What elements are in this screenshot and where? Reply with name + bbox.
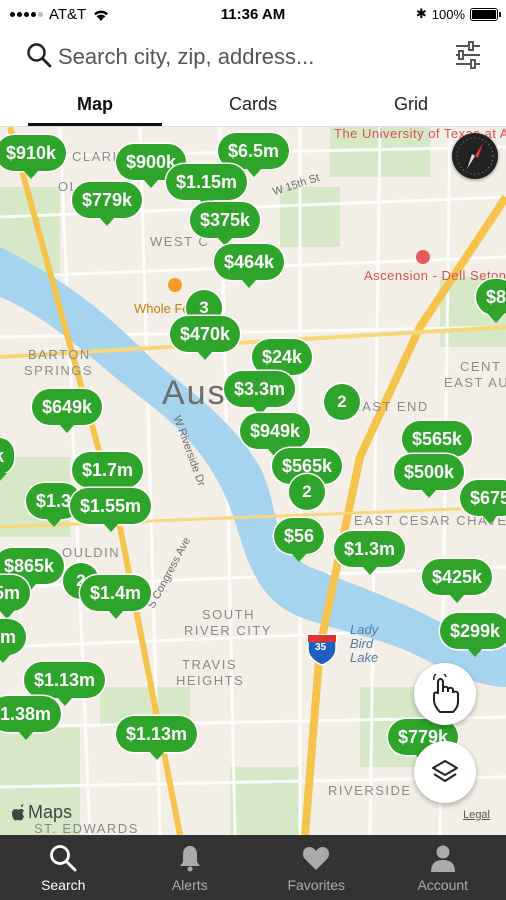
heart-icon: [303, 847, 330, 870]
listing-pin[interactable]: $1.13m: [116, 716, 198, 760]
poi-label-dell-seton: Ascension - Dell Seton Medical Center at…: [364, 268, 506, 283]
map-label: OULDIN: [62, 545, 121, 560]
tab-map[interactable]: Map: [11, 94, 179, 115]
search-icon: [27, 43, 52, 68]
listing-pin[interactable]: $649k: [32, 389, 103, 433]
listing-pin[interactable]: $464k: [214, 244, 285, 288]
map-label: SOUTH: [202, 607, 255, 622]
draw-area-button[interactable]: [414, 663, 476, 725]
listing-pin[interactable]: $675: [460, 480, 506, 524]
listing-pin[interactable]: $1.4m: [80, 575, 152, 619]
listing-pin[interactable]: $470k: [170, 316, 241, 360]
listing-pin[interactable]: $24k: [252, 339, 313, 383]
nav-favorites[interactable]: Favorites: [253, 835, 380, 900]
battery-icon: [470, 7, 501, 21]
map-label: HEIGHTS: [176, 673, 245, 688]
person-icon: [430, 845, 455, 872]
poi-label-ut-austin: The University of Texas at Austin: [334, 127, 506, 141]
map-label: TRAVIS: [182, 657, 237, 672]
search-bar: [0, 30, 506, 86]
listing-pin[interactable]: 1.38m: [0, 696, 62, 740]
bluetooth-icon: ✱: [415, 6, 427, 21]
map-label: EAST END: [352, 399, 429, 414]
tab-grid[interactable]: Grid: [327, 94, 495, 115]
map-view[interactable]: CLARK WEST C BARTON SPRINGS EAST END EAS…: [0, 127, 506, 835]
hand-pointer-icon: [433, 674, 459, 713]
nav-account[interactable]: Account: [380, 835, 506, 900]
nav-search[interactable]: Search: [0, 835, 127, 900]
listing-pin[interactable]: $1.13m: [24, 662, 106, 706]
tab-cards[interactable]: Cards: [169, 94, 337, 115]
listing-pin[interactable]: $910k: [0, 135, 67, 179]
status-bar: AT&T 11:36 AM ✱ 100%: [0, 0, 506, 30]
view-tabs: Map Cards Grid: [0, 86, 506, 127]
compass-icon: [456, 137, 494, 175]
apple-logo-icon: [12, 804, 25, 821]
apple-maps-attribution: Maps: [12, 802, 72, 823]
listing-pin[interactable]: $1.15m: [166, 164, 248, 208]
listing-pin[interactable]: $1.55m: [70, 488, 152, 532]
map-label: RIVER CITY: [184, 623, 272, 638]
listing-pin[interactable]: $1.7m: [72, 452, 144, 496]
listing-cluster[interactable]: 2: [324, 384, 360, 420]
listing-pin[interactable]: $3.3m: [224, 371, 296, 415]
search-input[interactable]: [58, 42, 428, 72]
nav-alerts[interactable]: Alerts: [127, 835, 254, 900]
maps-attribution-text: Maps: [28, 802, 73, 822]
filter-sliders-icon[interactable]: [454, 40, 482, 70]
compass-button[interactable]: [452, 133, 498, 179]
nav-label: Favorites: [287, 877, 346, 893]
layers-icon: [432, 760, 458, 782]
city-label: Aus: [162, 374, 227, 412]
map-label: SPRINGS: [24, 363, 94, 378]
map-label: BARTON: [28, 347, 91, 362]
listing-cluster[interactable]: 2: [289, 474, 325, 510]
listing-pin[interactable]: $949k: [240, 413, 311, 457]
listing-pin[interactable]: $299k: [440, 613, 506, 657]
bottom-tab-bar: Search Alerts Favorites Account: [0, 835, 506, 900]
nav-label: Alerts: [171, 877, 208, 893]
bell-icon: [179, 846, 200, 872]
legal-link[interactable]: Legal: [463, 809, 490, 821]
search-icon: [50, 845, 77, 872]
listing-pin[interactable]: $375k: [190, 202, 261, 246]
listing-pin[interactable]: $779k: [72, 182, 143, 226]
map-label: ST. EDWARDS: [34, 821, 139, 835]
listing-pin[interactable]: $8: [476, 279, 506, 323]
nav-label: Search: [41, 877, 86, 893]
nav-label: Account: [417, 877, 469, 893]
listing-pin[interactable]: $565k: [402, 421, 473, 465]
listing-pin[interactable]: $500k: [394, 454, 465, 498]
active-tab-indicator: [28, 123, 162, 126]
map-label: RIVERSIDE: [328, 783, 412, 798]
listing-pin[interactable]: $1.3m: [334, 531, 406, 575]
map-label: EAST AUS: [444, 375, 506, 390]
battery-percent: 100%: [431, 6, 465, 22]
map-label: CENT: [460, 359, 502, 374]
poi-label-lady-bird-lake: Lady Bird Lake: [350, 622, 379, 665]
interstate-label: 35: [315, 642, 327, 653]
map-layers-button[interactable]: [414, 741, 476, 803]
listing-pin[interactable]: $425k: [422, 559, 493, 603]
listing-pin[interactable]: $56: [274, 518, 325, 562]
